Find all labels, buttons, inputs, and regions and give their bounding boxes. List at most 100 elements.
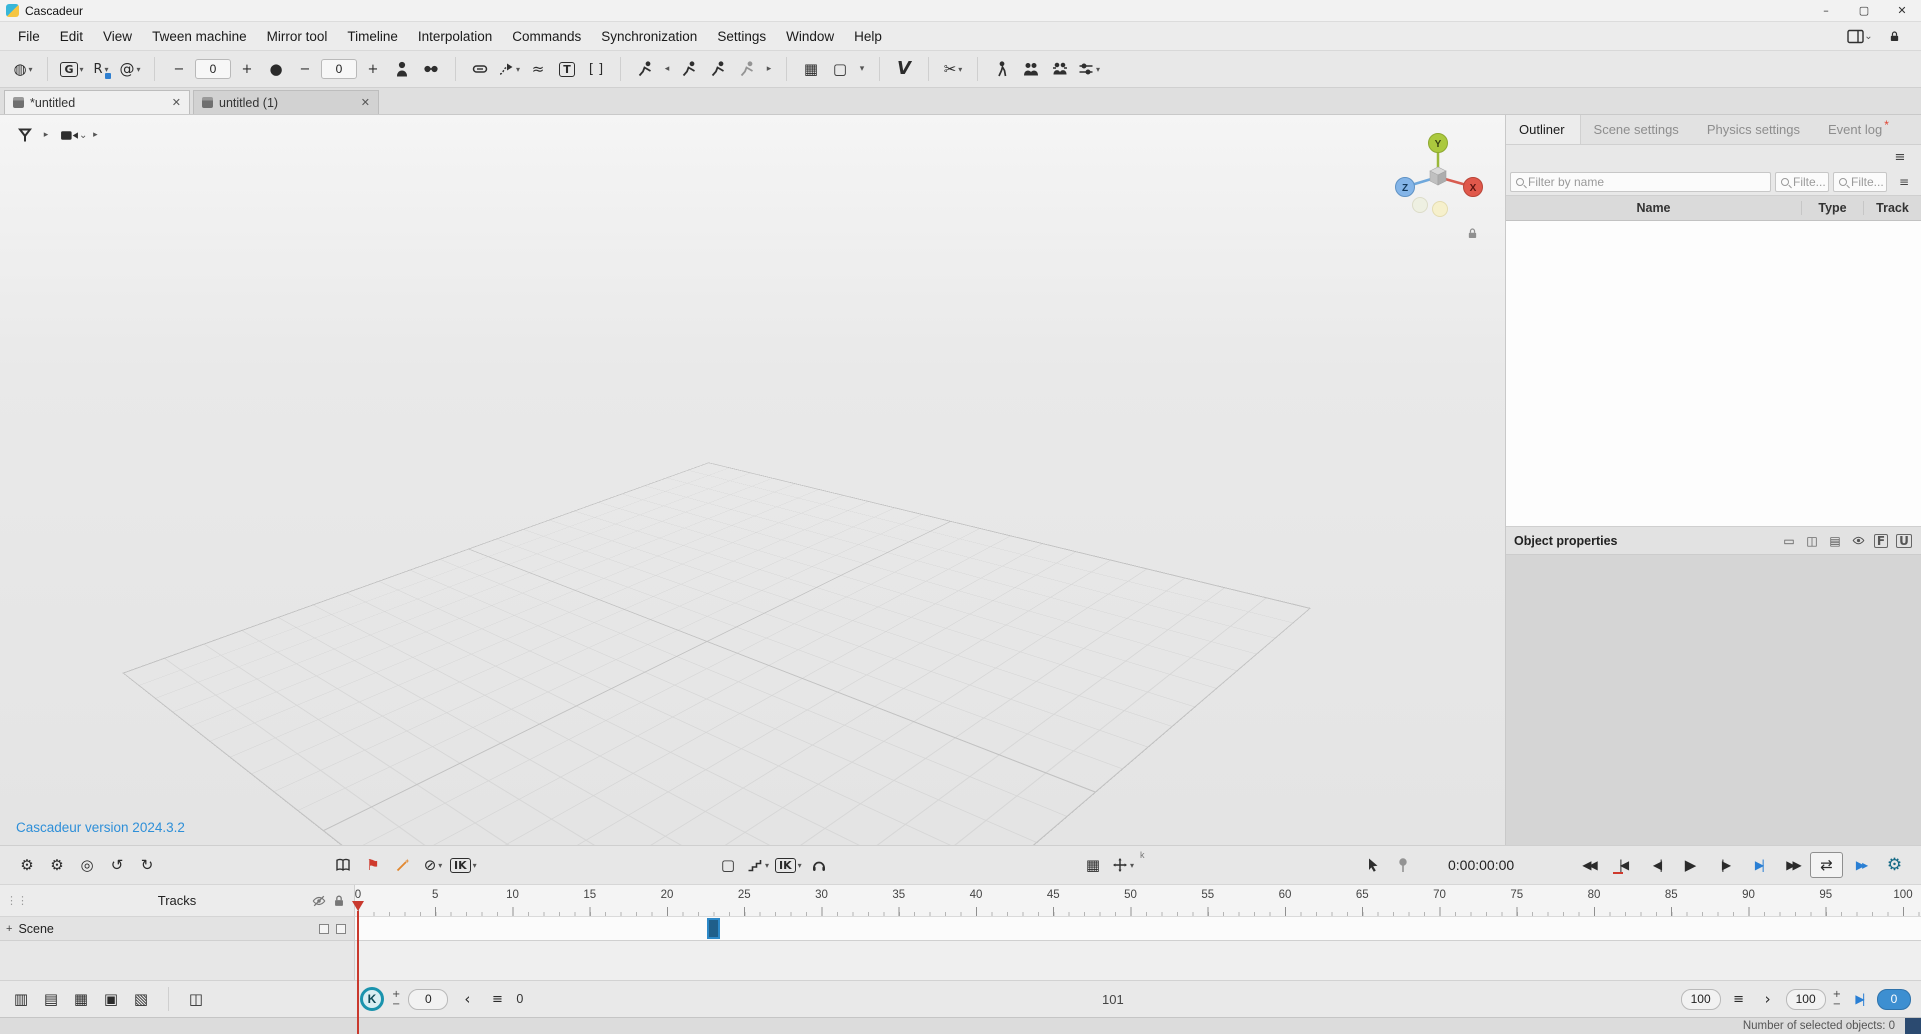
animation-preview-button[interactable]: [632, 55, 658, 83]
cycle-mode-button[interactable]: ↺: [104, 851, 130, 879]
joint-tool-button[interactable]: [418, 55, 444, 83]
tween-increase-button[interactable]: +: [234, 55, 260, 83]
close-button[interactable]: ✕: [1883, 0, 1921, 21]
fast-backward-button[interactable]: ◀◀: [1572, 852, 1605, 878]
fps-increment-button[interactable]: +: [1833, 990, 1841, 999]
scene-track-label-cell[interactable]: + Scene: [0, 916, 355, 941]
filter-track-input[interactable]: Filte...: [1833, 172, 1887, 192]
right-panel-tab[interactable]: Scene settings: [1581, 115, 1694, 144]
pin-button[interactable]: [1390, 851, 1416, 879]
tween-decrease-button[interactable]: −: [166, 55, 192, 83]
lock-icon[interactable]: [332, 894, 346, 908]
menu-item[interactable]: Help: [844, 22, 892, 50]
keyframe-button[interactable]: ●: [263, 55, 289, 83]
column-header-type[interactable]: Type: [1801, 201, 1863, 215]
document-tab[interactable]: *untitled ✕: [4, 90, 190, 114]
selection-filter-expand-button[interactable]: ▸: [40, 121, 52, 149]
snap-mode-button[interactable]: @ ▾: [117, 55, 143, 83]
playhead-marker[interactable]: [352, 901, 364, 911]
rig-sliders-button[interactable]: ▾: [1076, 55, 1102, 83]
autophysics-button[interactable]: [806, 851, 832, 879]
column-header-track[interactable]: Track: [1863, 201, 1921, 215]
next-marker-button[interactable]: ›: [1757, 987, 1779, 1011]
filter-name-input[interactable]: Filter by name: [1510, 172, 1771, 192]
units-button[interactable]: U: [1895, 532, 1913, 550]
right-panel-tab[interactable]: Physics settings: [1694, 115, 1815, 144]
list-view-button[interactable]: ▤: [1826, 532, 1844, 550]
jump-to-end-button[interactable]: ▶|: [1742, 852, 1775, 878]
dropdown-caret-icon[interactable]: ▾: [765, 861, 769, 870]
character-button[interactable]: [389, 55, 415, 83]
frame-ruler[interactable]: 0 5 10 15 20 25 30 35 40 45 50 55 60 65 70 75 80 85 90 95 10…: [355, 885, 1921, 916]
outliner-list[interactable]: [1506, 221, 1921, 527]
playback-settings-button[interactable]: ⚙: [1878, 852, 1911, 878]
camera-button[interactable]: ⌄: [60, 121, 87, 149]
refresh-interval-button[interactable]: ↻: [134, 851, 160, 879]
maximize-button[interactable]: ▢: [1845, 0, 1883, 21]
tab-close-icon[interactable]: ✕: [361, 96, 370, 109]
interval-decrease-button[interactable]: −: [292, 55, 318, 83]
frame-decrement-button[interactable]: −: [392, 1000, 400, 1009]
rotation-mode-button[interactable]: R ▾: [88, 55, 114, 83]
minimize-button[interactable]: –: [1807, 0, 1845, 21]
visibility-button[interactable]: [1849, 532, 1867, 550]
range-list-button[interactable]: ≡: [1728, 987, 1750, 1011]
gizmo-mode-button[interactable]: G ▾: [59, 55, 85, 83]
run-pose-1-button[interactable]: [676, 55, 702, 83]
menu-item[interactable]: File: [8, 22, 50, 50]
autokey-button[interactable]: K: [360, 987, 384, 1011]
selection-sphere-button[interactable]: ◍ ▾: [10, 55, 36, 83]
capsule-tool-button[interactable]: [467, 55, 493, 83]
chevron-down-icon[interactable]: ⌄: [1864, 31, 1872, 42]
frame-list-button[interactable]: ≡: [486, 987, 508, 1011]
ik-interpolation-button[interactable]: IK ▾: [775, 851, 802, 879]
viewport-single-button[interactable]: ▢: [827, 55, 853, 83]
outliner-menu-button[interactable]: ≡: [1887, 143, 1913, 171]
panel-layout-button[interactable]: ⌄: [1847, 22, 1873, 50]
track-down-button[interactable]: ▧: [130, 987, 152, 1011]
interval-increase-button[interactable]: +: [360, 55, 386, 83]
loop-toggle-button[interactable]: ⇄: [1810, 852, 1843, 878]
right-panel-tab[interactable]: Event log *: [1815, 115, 1902, 144]
disable-tools-button[interactable]: ⊘ ▾: [420, 851, 446, 879]
menu-item[interactable]: Tween machine: [142, 22, 257, 50]
brackets-tool-button[interactable]: [ ]: [583, 55, 609, 83]
jump-to-start-button[interactable]: |◀: [1606, 852, 1639, 878]
split-columns-button[interactable]: ◫: [1803, 532, 1821, 550]
fps-decrement-button[interactable]: −: [1833, 1000, 1841, 1009]
menu-item[interactable]: Settings: [707, 22, 776, 50]
document-tab[interactable]: untitled (1) ✕: [193, 90, 379, 114]
run-pose-3-button[interactable]: [734, 55, 760, 83]
filter-type-input[interactable]: Filte...: [1775, 172, 1829, 192]
frames-filter-button[interactable]: F: [1872, 532, 1890, 550]
menu-item[interactable]: Window: [776, 22, 844, 50]
scene-track-lane[interactable]: [355, 916, 1921, 941]
record-ring-button[interactable]: ◎: [74, 851, 100, 879]
menu-item[interactable]: Synchronization: [591, 22, 707, 50]
current-frame-field[interactable]: 0: [408, 989, 448, 1010]
run-pose-2-button[interactable]: [705, 55, 731, 83]
visibility-off-icon[interactable]: [312, 894, 326, 908]
pointer-button[interactable]: [1360, 851, 1386, 879]
menu-item[interactable]: Timeline: [337, 22, 408, 50]
tab-close-icon[interactable]: ✕: [172, 96, 181, 109]
keyframe-block[interactable]: [707, 918, 720, 939]
selection-frame-button[interactable]: ▢: [715, 851, 741, 879]
float-panel-button[interactable]: ▭: [1780, 532, 1798, 550]
layout-lock-button[interactable]: [1881, 22, 1907, 50]
expand-icon[interactable]: +: [6, 923, 12, 935]
fps-field[interactable]: 100: [1786, 989, 1826, 1010]
dropdown-caret-icon[interactable]: ▾: [1130, 861, 1134, 870]
dropdown-caret-icon[interactable]: ▾: [80, 65, 84, 74]
fast-forward-button[interactable]: ▶▶: [1776, 852, 1809, 878]
drag-handle-icon[interactable]: ⋮⋮: [6, 894, 28, 907]
duplicate-track-button[interactable]: ▣: [100, 987, 122, 1011]
physics-settings-button[interactable]: ⚙: [44, 851, 70, 879]
viewport-split-button[interactable]: ▦: [798, 55, 824, 83]
walk-cycle-button[interactable]: [989, 55, 1015, 83]
column-header-name[interactable]: Name: [1506, 201, 1801, 215]
dropdown-caret-icon[interactable]: ▾: [105, 65, 109, 74]
dropdown-caret-icon[interactable]: ▾: [136, 65, 140, 74]
viewport-layout-dropdown[interactable]: ▾: [856, 55, 868, 83]
selection-filter-button[interactable]: [12, 121, 38, 149]
